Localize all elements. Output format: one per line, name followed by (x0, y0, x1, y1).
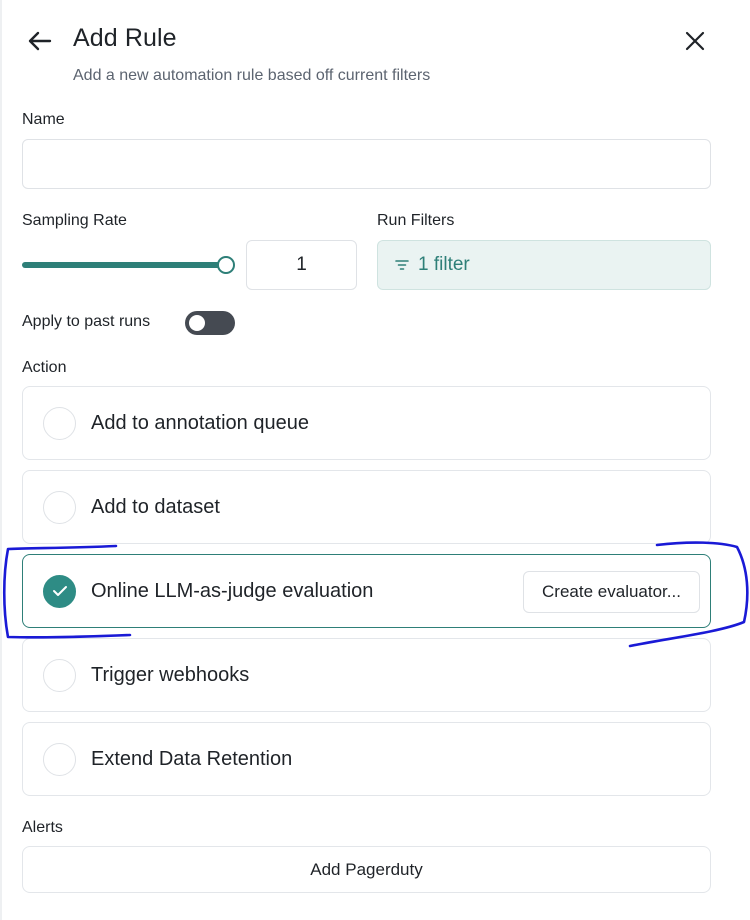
close-button[interactable] (680, 26, 710, 56)
check-icon (52, 586, 67, 596)
action-option-dataset[interactable]: Add to dataset (22, 470, 711, 544)
slider-track (22, 262, 226, 268)
run-filters-label: Run Filters (377, 212, 455, 229)
option-label: Extend Data Retention (91, 747, 293, 770)
run-filters-count: 1 filter (418, 254, 470, 275)
page-title: Add Rule (73, 24, 177, 52)
back-button[interactable] (22, 24, 56, 58)
page-subtitle: Add a new automation rule based off curr… (73, 67, 431, 84)
arrow-left-icon (28, 31, 52, 51)
radio-button[interactable] (43, 742, 76, 776)
radio-button[interactable] (43, 406, 76, 440)
sampling-rate-label: Sampling Rate (22, 212, 127, 229)
create-evaluator-button[interactable]: Create evaluator... (523, 571, 700, 613)
sampling-rate-slider[interactable] (22, 253, 236, 277)
radio-button[interactable] (43, 658, 76, 692)
name-label: Name (22, 111, 65, 128)
close-icon (685, 31, 705, 51)
panel-divider (0, 0, 2, 920)
option-label: Online LLM-as-judge evaluation (91, 579, 374, 602)
slider-thumb[interactable] (217, 256, 235, 274)
run-filters-button[interactable]: 1 filter (377, 240, 711, 290)
action-option-webhooks[interactable]: Trigger webhooks (22, 638, 711, 712)
add-pagerduty-button[interactable]: Add Pagerduty (22, 846, 711, 893)
action-option-llm-judge[interactable]: Online LLM-as-judge evaluation Create ev… (22, 554, 711, 628)
sampling-rate-input[interactable] (246, 240, 357, 290)
apply-past-runs-toggle[interactable] (185, 311, 235, 335)
action-option-annotation-queue[interactable]: Add to annotation queue (22, 386, 711, 460)
panel-header: Add Rule Add a new automation rule based… (22, 22, 728, 92)
add-rule-panel: Add Rule Add a new automation rule based… (0, 0, 750, 920)
radio-button-checked[interactable] (43, 574, 76, 608)
alerts-label: Alerts (22, 819, 63, 836)
radio-button[interactable] (43, 490, 76, 524)
option-label: Trigger webhooks (91, 663, 250, 686)
apply-past-runs-label: Apply to past runs (22, 313, 151, 330)
toggle-knob (189, 315, 205, 331)
option-label: Add to annotation queue (91, 411, 309, 434)
filter-lines-icon (394, 258, 410, 272)
option-label: Add to dataset (91, 495, 220, 518)
name-input[interactable] (22, 139, 711, 189)
action-option-data-retention[interactable]: Extend Data Retention (22, 722, 711, 796)
action-label: Action (22, 359, 67, 376)
